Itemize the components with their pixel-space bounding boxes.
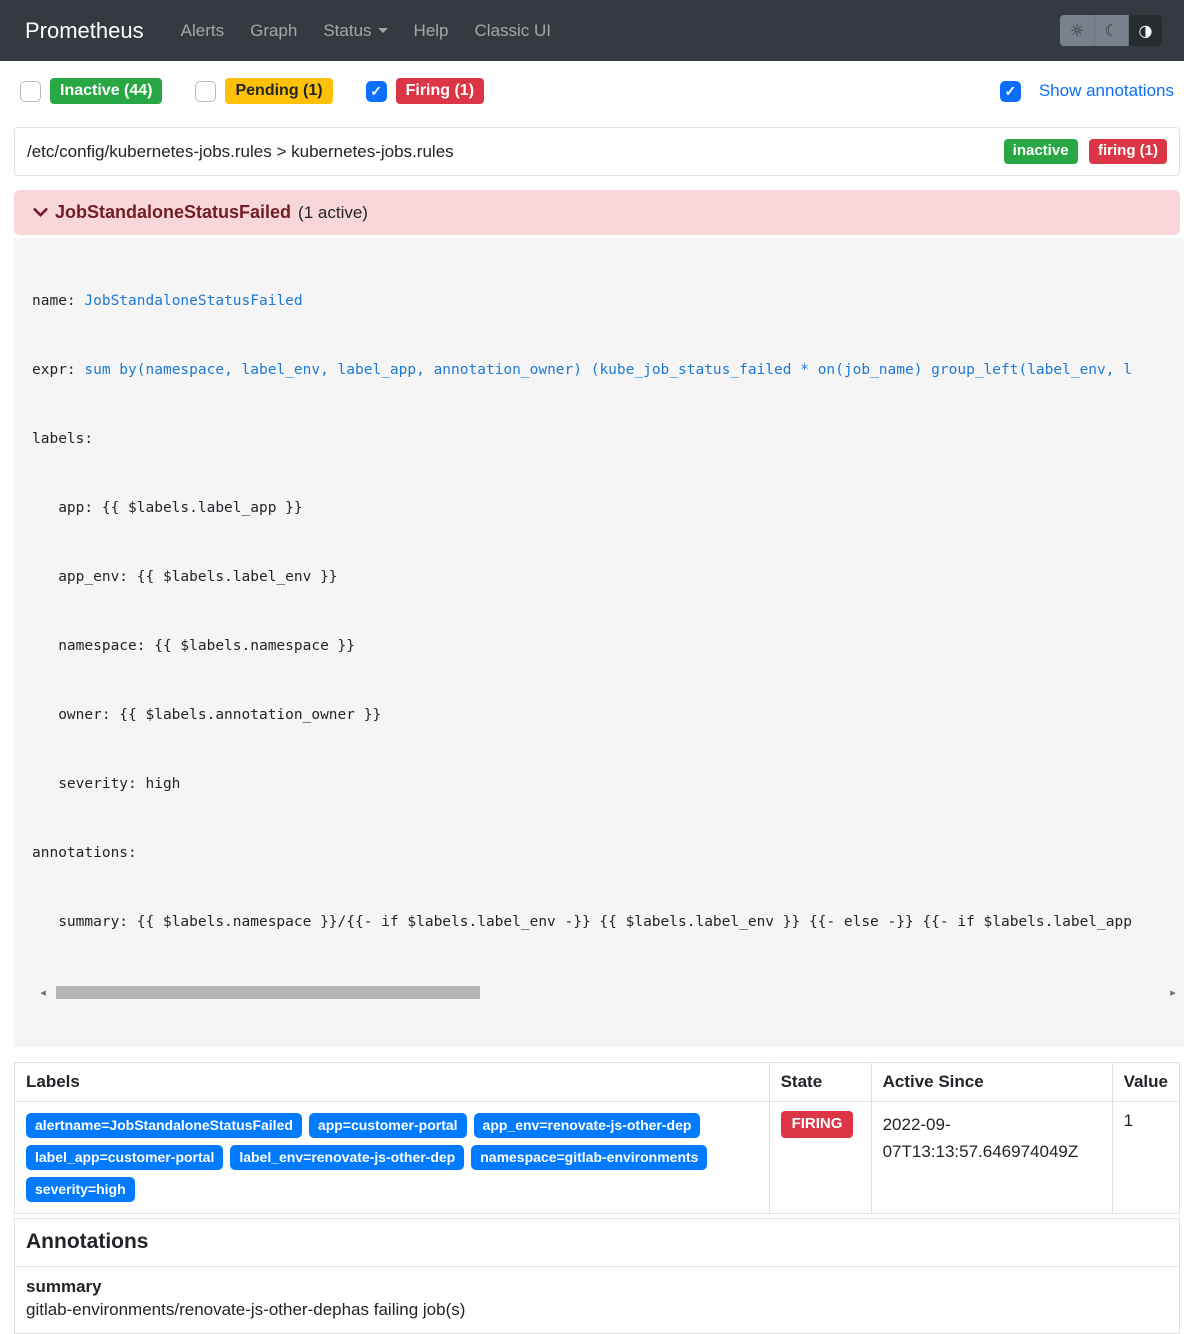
nav-item-graph[interactable]: Graph bbox=[241, 13, 306, 49]
nav-links: Alerts Graph Status Help Classic UI bbox=[168, 13, 1060, 49]
alert-rule-name: JobStandaloneStatusFailed bbox=[55, 202, 291, 223]
state-column-header: State bbox=[769, 1063, 871, 1102]
annotation-name: summary bbox=[26, 1277, 1168, 1297]
horizontal-scrollbar[interactable]: ◂ ▸ bbox=[32, 984, 1184, 1001]
alert-value: 1 bbox=[1112, 1102, 1179, 1214]
label-badge: app_env=renovate-js-other-dep bbox=[474, 1113, 701, 1138]
annotation-item: summary gitlab-environments/renovate-js-… bbox=[15, 1267, 1179, 1333]
alerts-page: Inactive (44) Pending (1) ✓ Firing (1) ✓… bbox=[14, 78, 1180, 1334]
nav-item-status[interactable]: Status bbox=[314, 13, 396, 49]
label-badge: label_app=customer-portal bbox=[26, 1145, 223, 1170]
nav-item-help[interactable]: Help bbox=[405, 13, 458, 49]
inactive-badge[interactable]: Inactive (44) bbox=[50, 78, 162, 104]
show-annotations-checkbox[interactable]: ✓ bbox=[1000, 81, 1021, 102]
filter-pending[interactable]: Pending (1) bbox=[195, 78, 332, 104]
label-badge: severity=high bbox=[26, 1177, 135, 1202]
rule-group-badges: inactive firing (1) bbox=[997, 139, 1167, 164]
code-line: app: {{ $labels.label_app }} bbox=[32, 497, 1184, 520]
rule-group-path: /etc/config/kubernetes-jobs.rules > kube… bbox=[27, 142, 997, 162]
alert-collapse-header[interactable]: JobStandaloneStatusFailed (1 active) bbox=[14, 190, 1180, 235]
brand-link[interactable]: Prometheus bbox=[25, 18, 144, 44]
rule-definition-code: name: JobStandaloneStatusFailed expr: su… bbox=[14, 238, 1184, 1047]
code-line: name: JobStandaloneStatusFailed bbox=[32, 290, 1184, 313]
scrollbar-thumb[interactable] bbox=[56, 986, 480, 999]
firing-checkbox[interactable]: ✓ bbox=[366, 81, 387, 102]
group-firing-badge: firing (1) bbox=[1089, 139, 1167, 164]
rule-group-card: /etc/config/kubernetes-jobs.rules > kube… bbox=[14, 127, 1180, 176]
code-line: owner: {{ $labels.annotation_owner }} bbox=[32, 704, 1184, 727]
show-annotations-label: Show annotations bbox=[1039, 81, 1174, 101]
half-circle-icon: ◑ bbox=[1139, 21, 1153, 40]
nav-item-classic-ui[interactable]: Classic UI bbox=[466, 13, 561, 49]
code-line: summary: {{ $labels.namespace }}/{{- if … bbox=[32, 911, 1184, 934]
moon-icon: ☾ bbox=[1104, 21, 1118, 40]
firing-state-badge: FIRING bbox=[781, 1111, 854, 1138]
label-badge: namespace=gitlab-environments bbox=[471, 1145, 707, 1170]
scroll-right-arrow-icon[interactable]: ▸ bbox=[1166, 984, 1180, 1001]
code-line: app_env: {{ $labels.label_env }} bbox=[32, 566, 1184, 589]
value-column-header: Value bbox=[1112, 1063, 1179, 1102]
theme-toggle-group: ☼ ☾ ◑ bbox=[1060, 15, 1162, 46]
code-line: namespace: {{ $labels.namespace }} bbox=[32, 635, 1184, 658]
labels-column-header: Labels bbox=[15, 1063, 770, 1102]
filter-firing[interactable]: ✓ Firing (1) bbox=[366, 78, 484, 104]
annotations-section: Annotations summary gitlab-environments/… bbox=[14, 1218, 1180, 1334]
alert-row: alertname=JobStandaloneStatusFailed app=… bbox=[15, 1102, 1180, 1214]
filter-inactive[interactable]: Inactive (44) bbox=[20, 78, 162, 104]
check-icon: ✓ bbox=[370, 84, 382, 98]
active-alerts-table: Labels State Active Since Value alertnam… bbox=[14, 1062, 1180, 1214]
alert-labels: alertname=JobStandaloneStatusFailed app=… bbox=[26, 1111, 758, 1204]
auto-theme-button[interactable]: ◑ bbox=[1128, 15, 1162, 46]
sun-icon: ☼ bbox=[1070, 21, 1084, 40]
active-since-column-header: Active Since bbox=[871, 1063, 1112, 1102]
chevron-down-icon bbox=[32, 204, 49, 221]
code-line: labels: bbox=[32, 428, 1184, 451]
code-line: expr: sum by(namespace, label_env, label… bbox=[32, 359, 1184, 382]
firing-badge[interactable]: Firing (1) bbox=[396, 78, 484, 104]
label-badge: alertname=JobStandaloneStatusFailed bbox=[26, 1113, 302, 1138]
active-since-value: 2022-09-07T13:13:57.646974049Z bbox=[871, 1102, 1112, 1214]
table-header-row: Labels State Active Since Value bbox=[15, 1063, 1180, 1102]
annotations-title: Annotations bbox=[26, 1230, 148, 1253]
pending-checkbox[interactable] bbox=[195, 81, 216, 102]
label-badge: app=customer-portal bbox=[309, 1113, 467, 1138]
show-annotations-toggle[interactable]: ✓ Show annotations bbox=[1000, 81, 1174, 102]
nav-item-alerts[interactable]: Alerts bbox=[172, 13, 233, 49]
dark-theme-button[interactable]: ☾ bbox=[1094, 15, 1128, 46]
dropdown-caret-icon bbox=[378, 28, 388, 33]
scroll-left-arrow-icon[interactable]: ◂ bbox=[36, 984, 50, 1001]
inactive-checkbox[interactable] bbox=[20, 81, 41, 102]
light-theme-button[interactable]: ☼ bbox=[1060, 15, 1094, 46]
scrollbar-track[interactable] bbox=[50, 986, 1166, 999]
navbar: Prometheus Alerts Graph Status Help Clas… bbox=[0, 0, 1184, 61]
check-icon: ✓ bbox=[1004, 84, 1016, 98]
pending-badge[interactable]: Pending (1) bbox=[225, 78, 332, 104]
label-badge: label_env=renovate-js-other-dep bbox=[230, 1145, 464, 1170]
annotation-value: gitlab-environments/renovate-js-other-de… bbox=[26, 1300, 1168, 1320]
group-inactive-badge: inactive bbox=[1004, 139, 1078, 164]
alert-active-count: (1 active) bbox=[298, 203, 368, 223]
alert-state-filters: Inactive (44) Pending (1) ✓ Firing (1) ✓… bbox=[14, 78, 1180, 104]
code-line: severity: high bbox=[32, 773, 1184, 796]
code-line: annotations: bbox=[32, 842, 1184, 865]
